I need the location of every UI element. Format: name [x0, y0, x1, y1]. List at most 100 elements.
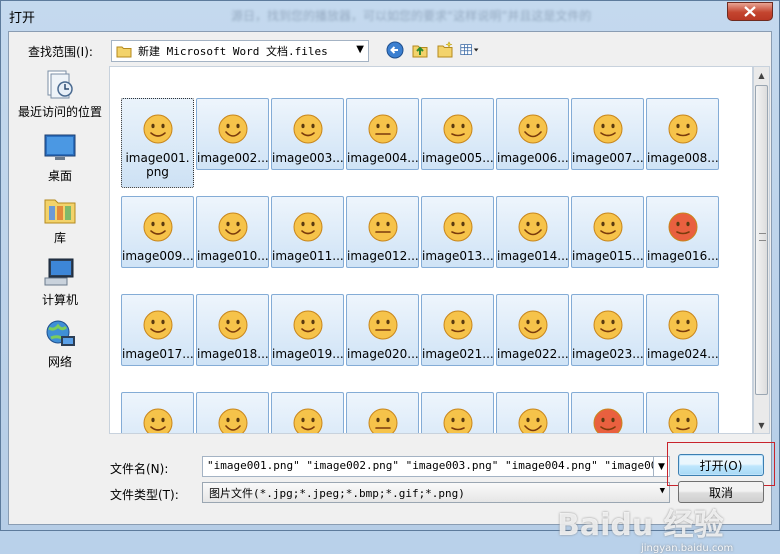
file-item[interactable]: image018...: [196, 294, 269, 366]
view-menu-icon[interactable]: [460, 40, 480, 60]
place-label: 网络: [47, 355, 72, 369]
file-item[interactable]: image029...: [421, 392, 494, 433]
recent-places-icon: [42, 68, 78, 100]
puppy-eyes-icon: [368, 408, 398, 433]
new-folder-icon[interactable]: [435, 40, 455, 60]
file-name: image023...: [572, 347, 643, 361]
places-bar: 最近访问的位置 桌面 库 计算机 网络: [12, 68, 108, 408]
blurred-caption: 源日，找到您的播放器，可以如您的要求“这样说明”并且这是文件的: [231, 9, 592, 23]
file-item[interactable]: image023...: [571, 294, 644, 366]
file-item[interactable]: image012...: [346, 196, 419, 268]
filename-label: 文件名(N):: [110, 462, 169, 476]
chevron-down-icon[interactable]: ▼: [356, 44, 364, 55]
file-item[interactable]: image021...: [421, 294, 494, 366]
scroll-thumb[interactable]: [755, 85, 768, 395]
file-name: image015...: [572, 249, 643, 263]
file-item[interactable]: image015...: [571, 196, 644, 268]
network-icon: [42, 318, 78, 350]
file-item[interactable]: image032...: [646, 392, 719, 433]
file-item[interactable]: image016...: [646, 196, 719, 268]
file-name: image010...: [197, 249, 268, 263]
file-item[interactable]: image013...: [421, 196, 494, 268]
file-item[interactable]: image028...: [346, 392, 419, 433]
place-libraries[interactable]: 库: [12, 194, 108, 246]
place-label: 计算机: [41, 293, 78, 307]
filename-field[interactable]: "image001.png" "image002.png" "image003.…: [202, 456, 654, 477]
file-item[interactable]: image006...: [496, 98, 569, 170]
happy-closed-eyes-icon: [218, 114, 248, 144]
navigation-toolbar: [385, 40, 480, 60]
file-name: image004...: [347, 151, 418, 165]
file-item[interactable]: image024...: [646, 294, 719, 366]
file-item[interactable]: image009...: [121, 196, 194, 268]
file-name: image020...: [347, 347, 418, 361]
dialog-body: 查找范围(I): 新建 Microsoft Word 文档.files ▼ 最近…: [8, 31, 775, 554]
place-desktop[interactable]: 桌面: [12, 132, 108, 184]
file-item[interactable]: image022...: [496, 294, 569, 366]
file-name: image014...: [497, 249, 568, 263]
file-name: image009...: [122, 249, 193, 263]
shy-icon: [293, 212, 323, 242]
place-network[interactable]: 网络: [12, 318, 108, 370]
file-name: image022...: [497, 347, 568, 361]
desktop-icon: [42, 132, 78, 164]
chevron-down-icon: ▼: [659, 486, 665, 496]
file-item[interactable]: image002...: [196, 98, 269, 170]
open-file-dialog: 打开 源日，找到您的播放器，可以如您的要求“这样说明”并且这是文件的 查找范围(…: [0, 0, 780, 554]
file-item[interactable]: image011...: [271, 196, 344, 268]
smirk-icon: [593, 310, 623, 340]
file-item[interactable]: image005...: [421, 98, 494, 170]
file-item[interactable]: image026...: [196, 392, 269, 433]
file-name: image024...: [647, 347, 718, 361]
file-name: image021...: [422, 347, 493, 361]
file-item[interactable]: image001.png: [121, 98, 194, 188]
file-item[interactable]: image027...: [271, 392, 344, 433]
file-item[interactable]: image010...: [196, 196, 269, 268]
file-name: image007...: [572, 151, 643, 165]
sweat-icon: [668, 114, 698, 144]
file-item[interactable]: image020...: [346, 294, 419, 366]
laugh-icon: [518, 310, 548, 340]
grin-icon: [593, 114, 623, 144]
spin-eyes-icon: [218, 408, 248, 433]
grimace-icon: [368, 114, 398, 144]
place-recent[interactable]: 最近访问的位置: [12, 68, 108, 120]
close-button[interactable]: [727, 2, 773, 21]
blank-face-icon: [443, 310, 473, 340]
file-item[interactable]: image031...: [571, 392, 644, 433]
file-item[interactable]: image008...: [646, 98, 719, 170]
place-label: 桌面: [47, 169, 72, 183]
title-bar[interactable]: 打开 源日，找到您的播放器，可以如您的要求“这样说明”并且这是文件的: [1, 1, 779, 29]
sleepy-icon: [443, 408, 473, 433]
file-item[interactable]: image017...: [121, 294, 194, 366]
up-folder-icon[interactable]: [410, 40, 430, 60]
file-item[interactable]: image004...: [346, 98, 419, 170]
scroll-down-icon[interactable]: ▼: [754, 417, 769, 433]
look-in-combo[interactable]: 新建 Microsoft Word 文档.files ▼: [111, 40, 369, 62]
smile-icon: [143, 114, 173, 144]
file-item[interactable]: image030...: [496, 392, 569, 433]
file-item[interactable]: image007...: [571, 98, 644, 170]
tearful-icon: [293, 408, 323, 433]
window-title: 打开: [9, 11, 36, 26]
file-name: image006...: [497, 151, 568, 165]
place-computer[interactable]: 计算机: [12, 256, 108, 308]
file-item[interactable]: image019...: [271, 294, 344, 366]
sunglasses-icon: [443, 114, 473, 144]
watermark-url: jingyan.baidu.com: [641, 543, 734, 554]
file-name: image008...: [647, 151, 718, 165]
file-list[interactable]: image001.png image002... image003... image0…: [109, 66, 753, 434]
file-item[interactable]: image003...: [271, 98, 344, 170]
vertical-scrollbar[interactable]: ▲ ▼: [753, 66, 770, 434]
folder-icon: [116, 46, 132, 58]
file-item[interactable]: image025...: [121, 392, 194, 433]
file-item[interactable]: image014...: [496, 196, 569, 268]
scroll-up-icon[interactable]: ▲: [754, 67, 769, 83]
back-icon[interactable]: [385, 40, 405, 60]
hug-icon: [293, 310, 323, 340]
tongue-icon: [293, 114, 323, 144]
crying-icon: [143, 212, 173, 242]
libraries-icon: [42, 194, 78, 226]
file-name: image019...: [272, 347, 343, 361]
open-button[interactable]: 打开(O): [678, 454, 764, 476]
